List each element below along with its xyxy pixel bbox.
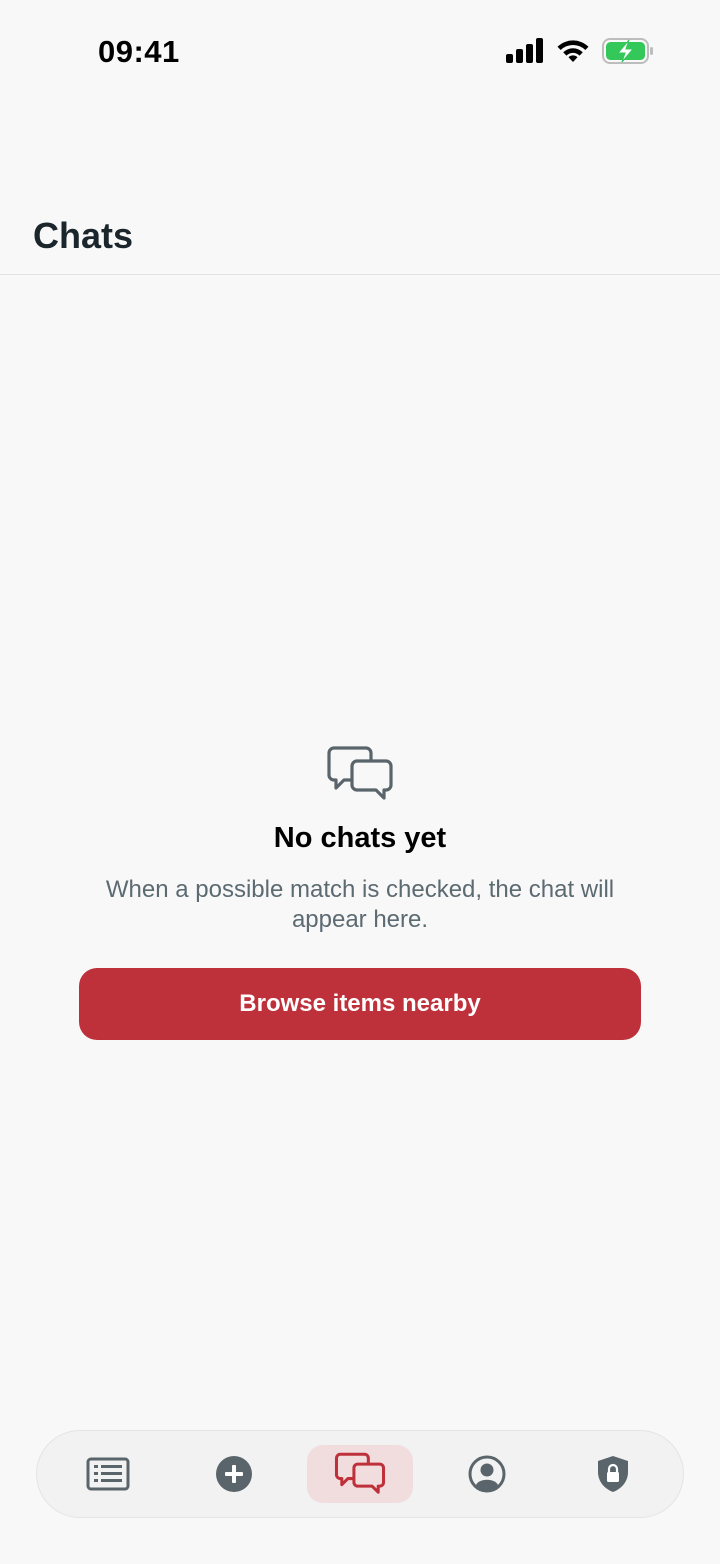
header: Chats	[0, 205, 720, 275]
chat-bubbles-icon	[334, 1452, 386, 1494]
profile-icon	[468, 1455, 506, 1493]
status-bar: 09:41	[0, 0, 720, 105]
tab-privacy[interactable]	[560, 1445, 666, 1503]
tab-chats[interactable]	[307, 1445, 413, 1503]
add-circle-icon	[216, 1456, 252, 1492]
tab-listings[interactable]	[55, 1445, 161, 1503]
chats-screen: 09:41 Chats No chats yet When a possible…	[0, 0, 720, 1564]
empty-state-description: When a possible match is checked, the ch…	[105, 876, 615, 933]
status-time: 09:41	[98, 34, 180, 69]
shield-lock-icon	[598, 1456, 628, 1492]
page-title: Chats	[33, 215, 134, 256]
status-icons	[506, 38, 654, 64]
tab-add[interactable]	[181, 1445, 287, 1503]
tab-profile[interactable]	[434, 1445, 540, 1503]
cellular-signal-icon	[506, 38, 543, 63]
wifi-icon	[557, 40, 589, 62]
list-icon	[86, 1457, 130, 1491]
browse-items-button[interactable]: Browse items nearby	[79, 968, 641, 1040]
battery-charging-icon	[602, 38, 653, 64]
chat-bubbles-icon	[327, 746, 393, 800]
empty-state-title: No chats yet	[273, 822, 447, 854]
tab-bar	[36, 1430, 684, 1518]
